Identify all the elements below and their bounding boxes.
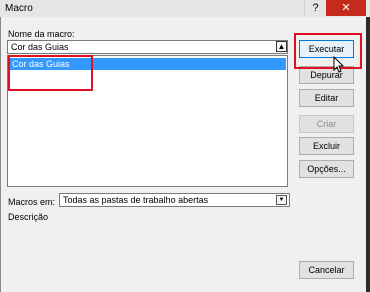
delete-button[interactable]: Excluir [299,137,354,155]
cancel-button[interactable]: Cancelar [299,261,354,279]
macros-in-select[interactable]: Todas as pastas de trabalho abertas [59,193,290,207]
macros-in-label: Macros em: [8,197,56,207]
create-button[interactable]: Criar [299,115,354,133]
chevron-down-icon[interactable]: ▼ [276,195,287,205]
window-edge [366,17,370,292]
macro-name-label: Nome da macro: [8,29,75,39]
options-button[interactable]: Opções... [299,160,354,178]
edit-button[interactable]: Editar [299,89,354,107]
highlight-box-list [8,55,93,91]
mouse-cursor-icon [333,56,345,73]
title-bar: Macro ? ✕ [0,0,370,17]
highlight-box-run [294,33,362,69]
description-label: Descrição [8,212,49,222]
close-button[interactable]: ✕ [326,0,366,16]
arrow-up-icon[interactable]: ▲ [276,41,287,52]
window-title: Macro [5,3,33,14]
macro-name-input[interactable]: Cor das Guias [7,40,288,54]
help-button[interactable]: ? [304,0,326,16]
